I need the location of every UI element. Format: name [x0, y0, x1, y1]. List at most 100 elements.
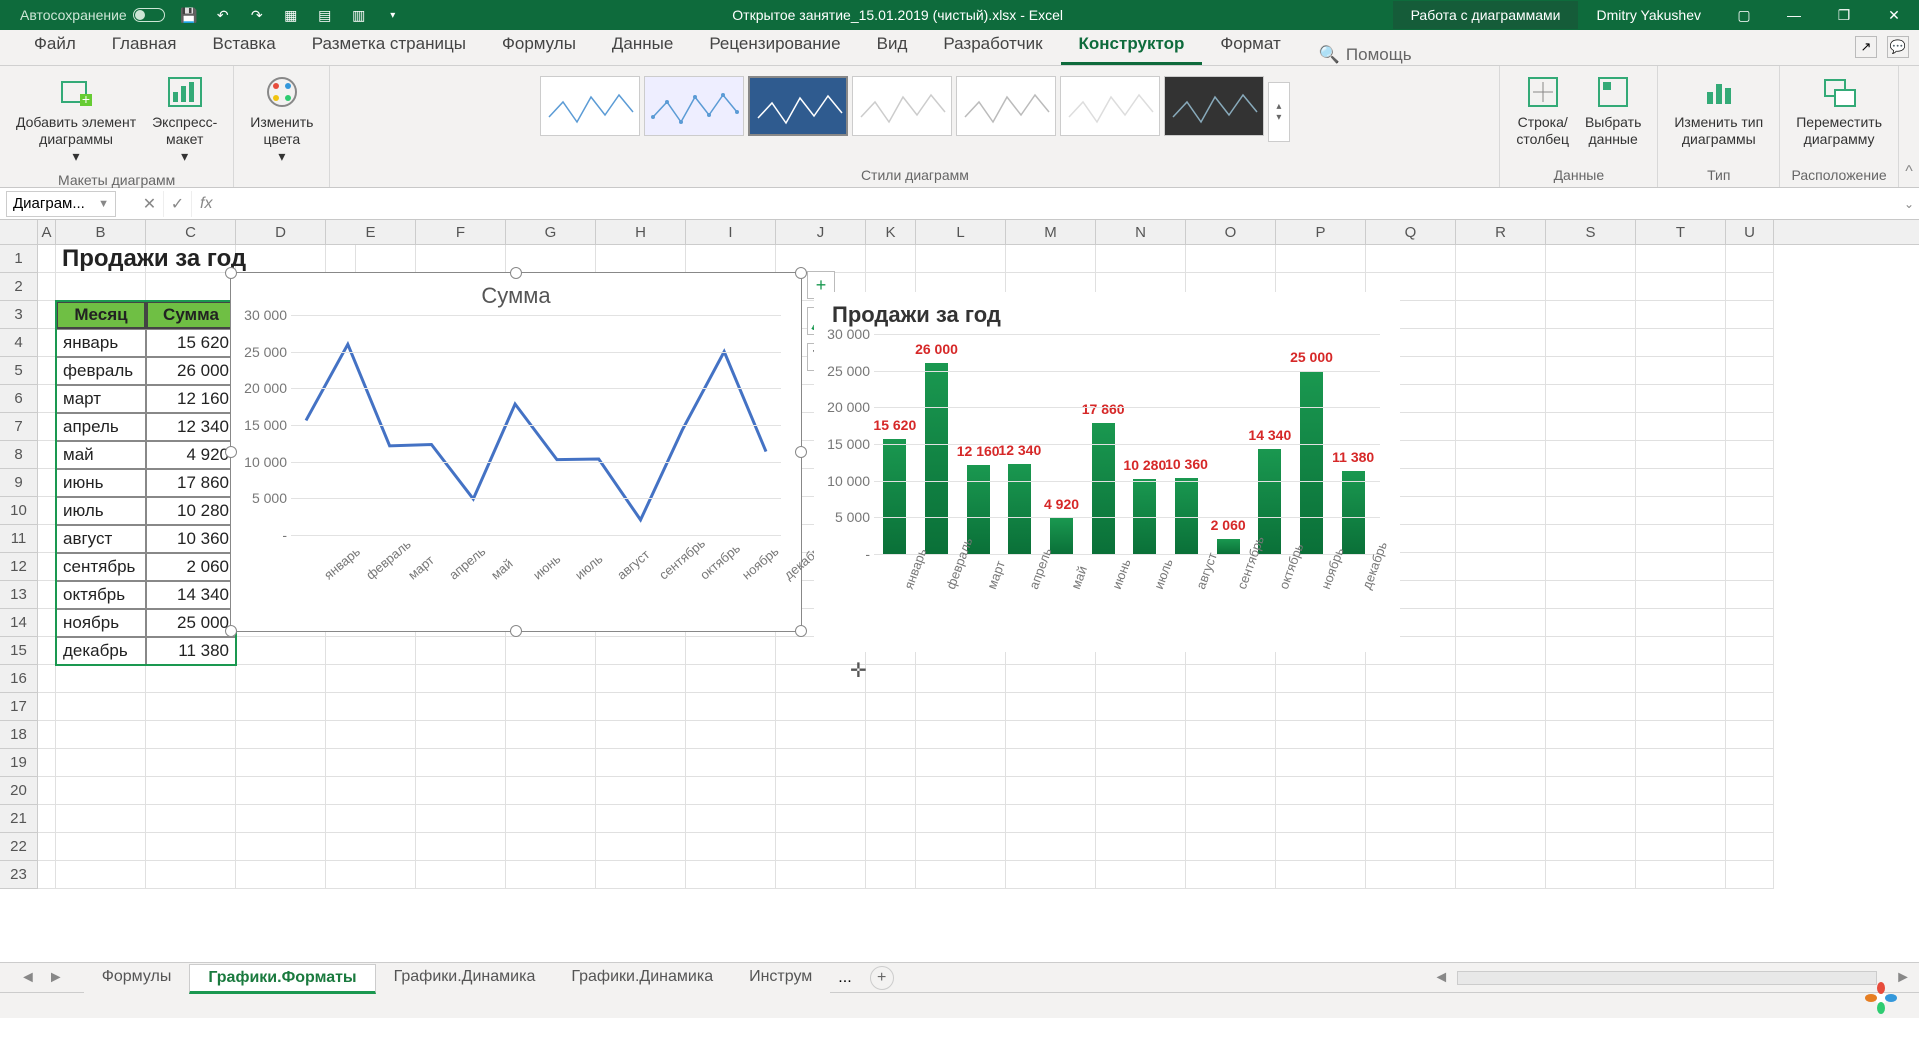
cell[interactable]	[1096, 665, 1186, 693]
cell[interactable]	[416, 805, 506, 833]
cell[interactable]	[1456, 609, 1546, 637]
cell[interactable]	[146, 749, 236, 777]
col-header[interactable]: O	[1186, 220, 1276, 244]
cell[interactable]	[1276, 805, 1366, 833]
cell[interactable]	[686, 665, 776, 693]
cell[interactable]	[1546, 469, 1636, 497]
cell[interactable]	[38, 805, 56, 833]
cell[interactable]	[38, 441, 56, 469]
cell[interactable]	[326, 805, 416, 833]
cell[interactable]	[1456, 721, 1546, 749]
cell[interactable]	[1636, 245, 1726, 273]
col-header[interactable]: J	[776, 220, 866, 244]
cell[interactable]	[1546, 413, 1636, 441]
cell[interactable]	[866, 245, 916, 273]
switch-row-col-button[interactable]: Строка/ столбец	[1510, 70, 1575, 152]
cell[interactable]	[1726, 553, 1774, 581]
horizontal-scrollbar[interactable]	[1457, 971, 1877, 985]
cell[interactable]	[1096, 245, 1186, 273]
col-header[interactable]: B	[56, 220, 146, 244]
table-cell-sum[interactable]: 4 920	[146, 441, 236, 469]
cell[interactable]	[1726, 525, 1774, 553]
col-header[interactable]: I	[686, 220, 776, 244]
gallery-more-button[interactable]: ▴▾	[1268, 82, 1290, 142]
cancel-formula-icon[interactable]: ✕	[136, 191, 164, 217]
table-cell-month[interactable]: сентябрь	[56, 553, 146, 581]
ribbon-tab-главная[interactable]: Главная	[94, 26, 195, 65]
cell[interactable]	[1276, 833, 1366, 861]
cell[interactable]	[1456, 245, 1546, 273]
cell[interactable]	[686, 833, 776, 861]
table-cell-sum[interactable]: 12 340	[146, 413, 236, 441]
cell[interactable]	[1636, 273, 1726, 301]
ribbon-tab-вид[interactable]: Вид	[859, 26, 926, 65]
cell[interactable]	[1006, 749, 1096, 777]
cell[interactable]	[1006, 245, 1096, 273]
cell[interactable]	[1006, 805, 1096, 833]
table-cell-month[interactable]: декабрь	[56, 637, 146, 665]
col-header[interactable]: Q	[1366, 220, 1456, 244]
cell[interactable]	[1636, 497, 1726, 525]
cell[interactable]	[1456, 749, 1546, 777]
cell[interactable]	[776, 749, 866, 777]
cell[interactable]	[38, 637, 56, 665]
cell[interactable]	[596, 637, 686, 665]
row-header[interactable]: 9	[0, 469, 38, 497]
row-header[interactable]: 20	[0, 777, 38, 805]
table-cell-month[interactable]: май	[56, 441, 146, 469]
col-header[interactable]: E	[326, 220, 416, 244]
cell[interactable]	[1366, 833, 1456, 861]
cell[interactable]	[38, 469, 56, 497]
cell[interactable]	[1096, 721, 1186, 749]
cell[interactable]	[1636, 581, 1726, 609]
cell[interactable]	[56, 861, 146, 889]
cell[interactable]	[326, 637, 416, 665]
cell[interactable]	[1636, 721, 1726, 749]
cell[interactable]	[1726, 441, 1774, 469]
undo-icon[interactable]: ↶	[213, 5, 233, 25]
chart-style-1[interactable]	[540, 76, 640, 136]
expand-formula-bar-icon[interactable]: ⌄	[1899, 197, 1919, 211]
qat-icon-3[interactable]: ▥	[349, 5, 369, 25]
cell[interactable]	[596, 833, 686, 861]
cell[interactable]	[56, 693, 146, 721]
cell[interactable]	[1276, 665, 1366, 693]
bar[interactable]	[1133, 479, 1156, 554]
cell[interactable]	[596, 721, 686, 749]
table-cell-sum[interactable]: 10 360	[146, 525, 236, 553]
cell[interactable]	[506, 665, 596, 693]
cell[interactable]	[326, 721, 416, 749]
col-header[interactable]: S	[1546, 220, 1636, 244]
cell[interactable]	[1726, 245, 1774, 273]
cell[interactable]	[1276, 693, 1366, 721]
cell[interactable]	[1546, 301, 1636, 329]
cell[interactable]	[1276, 777, 1366, 805]
cell[interactable]	[1456, 861, 1546, 889]
cell[interactable]	[416, 665, 506, 693]
cell[interactable]	[38, 273, 56, 301]
cell[interactable]	[1726, 329, 1774, 357]
cell[interactable]	[1006, 861, 1096, 889]
cell[interactable]	[1546, 721, 1636, 749]
cell[interactable]	[236, 861, 326, 889]
cell[interactable]	[1546, 749, 1636, 777]
cell[interactable]	[506, 637, 596, 665]
cell[interactable]	[146, 273, 236, 301]
cell[interactable]	[1546, 693, 1636, 721]
cell[interactable]	[1186, 805, 1276, 833]
bar[interactable]	[1050, 518, 1073, 554]
row-header[interactable]: 5	[0, 357, 38, 385]
cell[interactable]	[1456, 637, 1546, 665]
cell[interactable]	[416, 721, 506, 749]
cell[interactable]	[596, 693, 686, 721]
cell[interactable]	[1096, 805, 1186, 833]
cell[interactable]	[916, 805, 1006, 833]
cell[interactable]	[1726, 301, 1774, 329]
quick-layout-button[interactable]: Экспресс- макет ▾	[146, 70, 223, 168]
cell[interactable]	[1546, 385, 1636, 413]
table-cell-month[interactable]: июнь	[56, 469, 146, 497]
cell[interactable]	[56, 721, 146, 749]
cell[interactable]	[506, 721, 596, 749]
cell[interactable]	[1276, 861, 1366, 889]
ribbon-options-icon[interactable]: ▢	[1719, 0, 1769, 30]
